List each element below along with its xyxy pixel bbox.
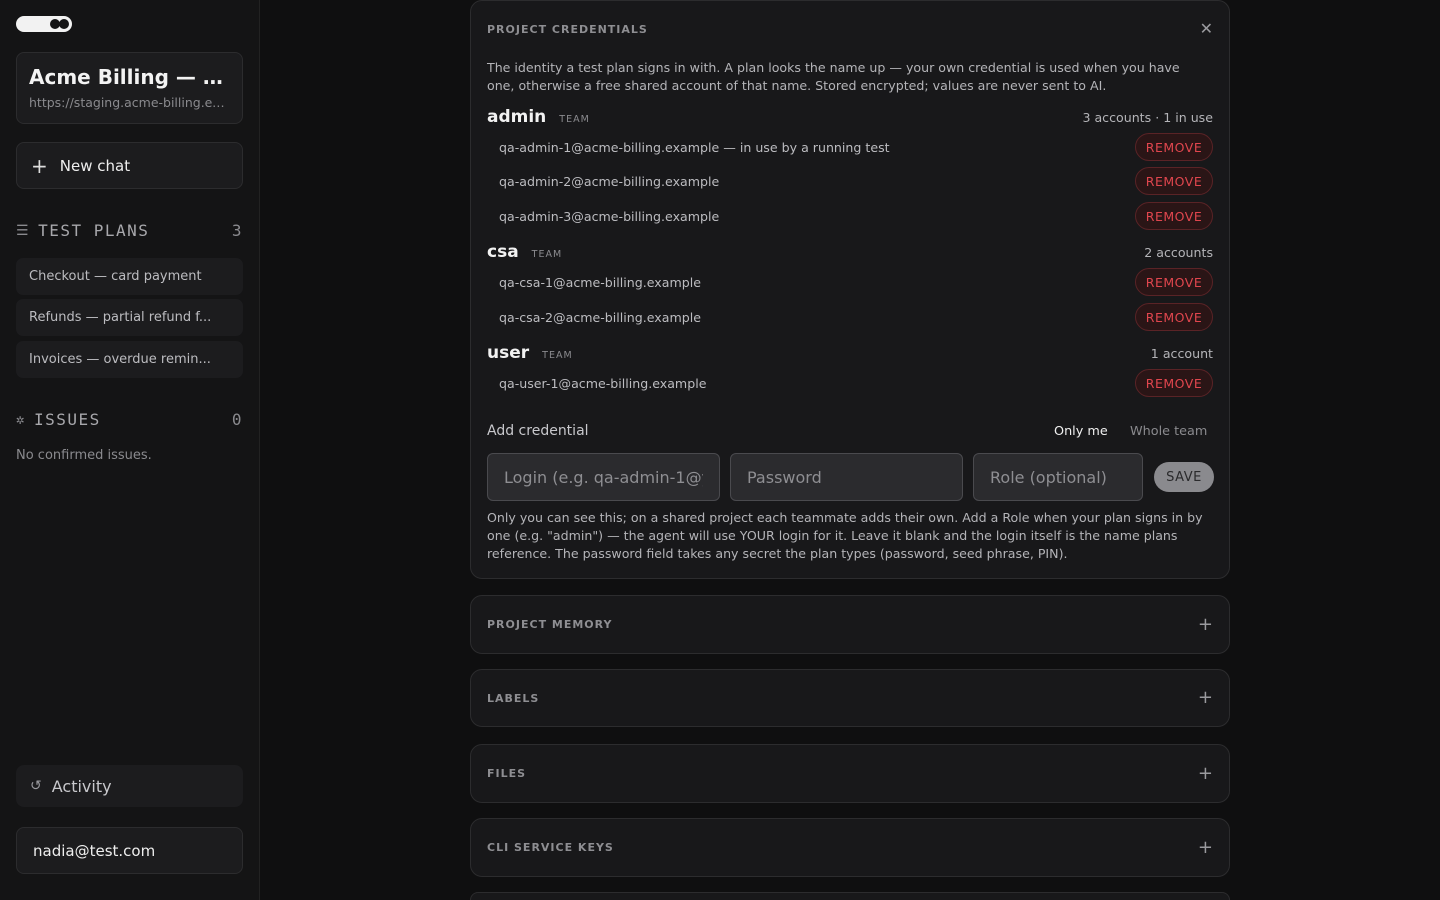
user-account[interactable]: nadia@test.com [16,827,243,874]
plus-icon[interactable]: + [1198,689,1213,707]
test-plan-item[interactable]: Invoices — overdue remin... [16,341,243,378]
project-memory-panel[interactable]: PROJECT MEMORY + [470,595,1230,654]
labels-panel[interactable]: LABELS + [470,669,1230,727]
group-meta: 2 accounts [1144,245,1213,260]
credentials-description: The identity a test plan signs in with. … [487,60,1180,93]
toggle-knob-icon [59,19,69,29]
account-login: qa-csa-2@acme-billing.example [499,309,701,325]
plus-icon[interactable]: + [1198,838,1213,857]
panel-header: PROJECT MEMORY + [471,596,1229,653]
panel-header: CLI SERVICE KEYS + [471,819,1229,876]
remove-button[interactable]: REMOVE [1135,133,1213,161]
remove-button[interactable]: REMOVE [1135,202,1213,230]
next-panel-partial [470,892,1230,900]
project-card[interactable]: Acme Billing — QA... https://staging.acm… [16,52,243,124]
account-row: qa-csa-2@acme-billing.example REMOVE [499,303,1213,331]
test-plans-header: ☰ TEST PLANS 3 [16,221,243,240]
add-credential-help: Only you can see this; on a shared proje… [487,510,1203,561]
group-tag: TEAM [531,249,563,260]
close-icon[interactable]: ✕ [1200,19,1213,38]
group-meta: 1 account [1150,346,1213,361]
login-input[interactable] [487,453,720,501]
credential-group-admin: admin TEAM 3 accounts · 1 in use [487,107,1213,127]
credential-group-csa: csa TEAM 2 accounts [487,242,1213,262]
group-name: admin [487,107,547,127]
bug-icon: ✲ [16,411,26,428]
account-login: qa-csa-1@acme-billing.example [499,274,701,290]
activity-button[interactable]: ↺ Activity [16,765,243,807]
account-row: qa-user-1@acme-billing.example REMOVE [499,369,1213,397]
panel-title: PROJECT CREDENTIALS [487,23,648,36]
panel-header: LABELS + [471,670,1229,726]
plus-icon[interactable]: + [1198,764,1213,783]
save-button[interactable]: SAVE [1154,462,1214,492]
group-name: user [487,343,530,363]
project-url: https://staging.acme-billing.ex... [29,95,230,110]
account-row: qa-csa-1@acme-billing.example REMOVE [499,268,1213,296]
issues-header: ✲ ISSUES 0 [16,410,243,429]
issues-empty-text: No confirmed issues. [16,448,152,463]
cli-service-keys-panel[interactable]: CLI SERVICE KEYS + [470,818,1230,877]
files-panel[interactable]: FILES + [470,744,1230,803]
remove-button[interactable]: REMOVE [1135,268,1213,296]
account-login: qa-admin-1@acme-billing.example — in use… [499,139,890,155]
test-plan-item[interactable]: Checkout — card payment [16,258,243,295]
checklist-icon: ☰ [16,222,31,239]
remove-button[interactable]: REMOVE [1135,369,1213,397]
group-tag: TEAM [542,350,573,361]
history-icon: ↺ [30,778,42,794]
password-input[interactable] [730,453,963,501]
new-chat-button[interactable]: + New chat [16,142,243,189]
remove-button[interactable]: REMOVE [1135,167,1213,195]
account-row: qa-admin-2@acme-billing.example REMOVE [499,167,1213,195]
account-row: qa-admin-3@acme-billing.example REMOVE [499,202,1213,230]
sidebar: Acme Billing — QA... https://staging.acm… [0,0,260,900]
plus-icon: + [31,153,48,178]
account-row: qa-admin-1@acme-billing.example — in use… [499,133,1213,161]
credential-group-user: user TEAM 1 account [487,343,1213,363]
scope-whole-team-tab[interactable]: Whole team [1130,424,1207,439]
remove-button[interactable]: REMOVE [1135,303,1213,331]
scope-only-me-tab[interactable]: Only me [1054,424,1108,439]
activity-label: Activity [51,776,112,796]
new-chat-label: New chat [59,156,131,175]
plus-icon[interactable]: + [1198,615,1213,634]
account-login: qa-user-1@acme-billing.example [499,375,707,391]
test-plans-count: 3 [231,221,243,240]
test-plan-item[interactable]: Refunds — partial refund f... [16,299,243,336]
panel-title: CLI SERVICE KEYS [487,841,614,854]
add-credential-title: Add credential [487,423,589,439]
account-login: qa-admin-3@acme-billing.example [499,208,720,224]
issues-count: 0 [231,410,243,429]
panel-header: FILES + [471,745,1229,802]
user-email: nadia@test.com [33,841,156,860]
panel-title: FILES [487,767,527,780]
group-name: csa [487,242,519,262]
group-meta: 3 accounts · 1 in use [1082,110,1213,125]
project-credentials-panel: PROJECT CREDENTIALS ✕ The identity a tes… [470,0,1230,579]
sidebar-toggle[interactable] [16,16,72,32]
project-title: Acme Billing — QA... [29,65,230,89]
group-tag: TEAM [559,114,590,125]
panel-title: LABELS [487,691,540,705]
account-login: qa-admin-2@acme-billing.example [499,173,720,189]
issues-title: ISSUES [33,410,101,429]
role-input[interactable] [973,453,1143,501]
test-plans-title: TEST PLANS [38,221,150,240]
app: Acme Billing — QA... https://staging.acm… [0,0,1440,900]
panel-title: PROJECT MEMORY [487,618,613,631]
